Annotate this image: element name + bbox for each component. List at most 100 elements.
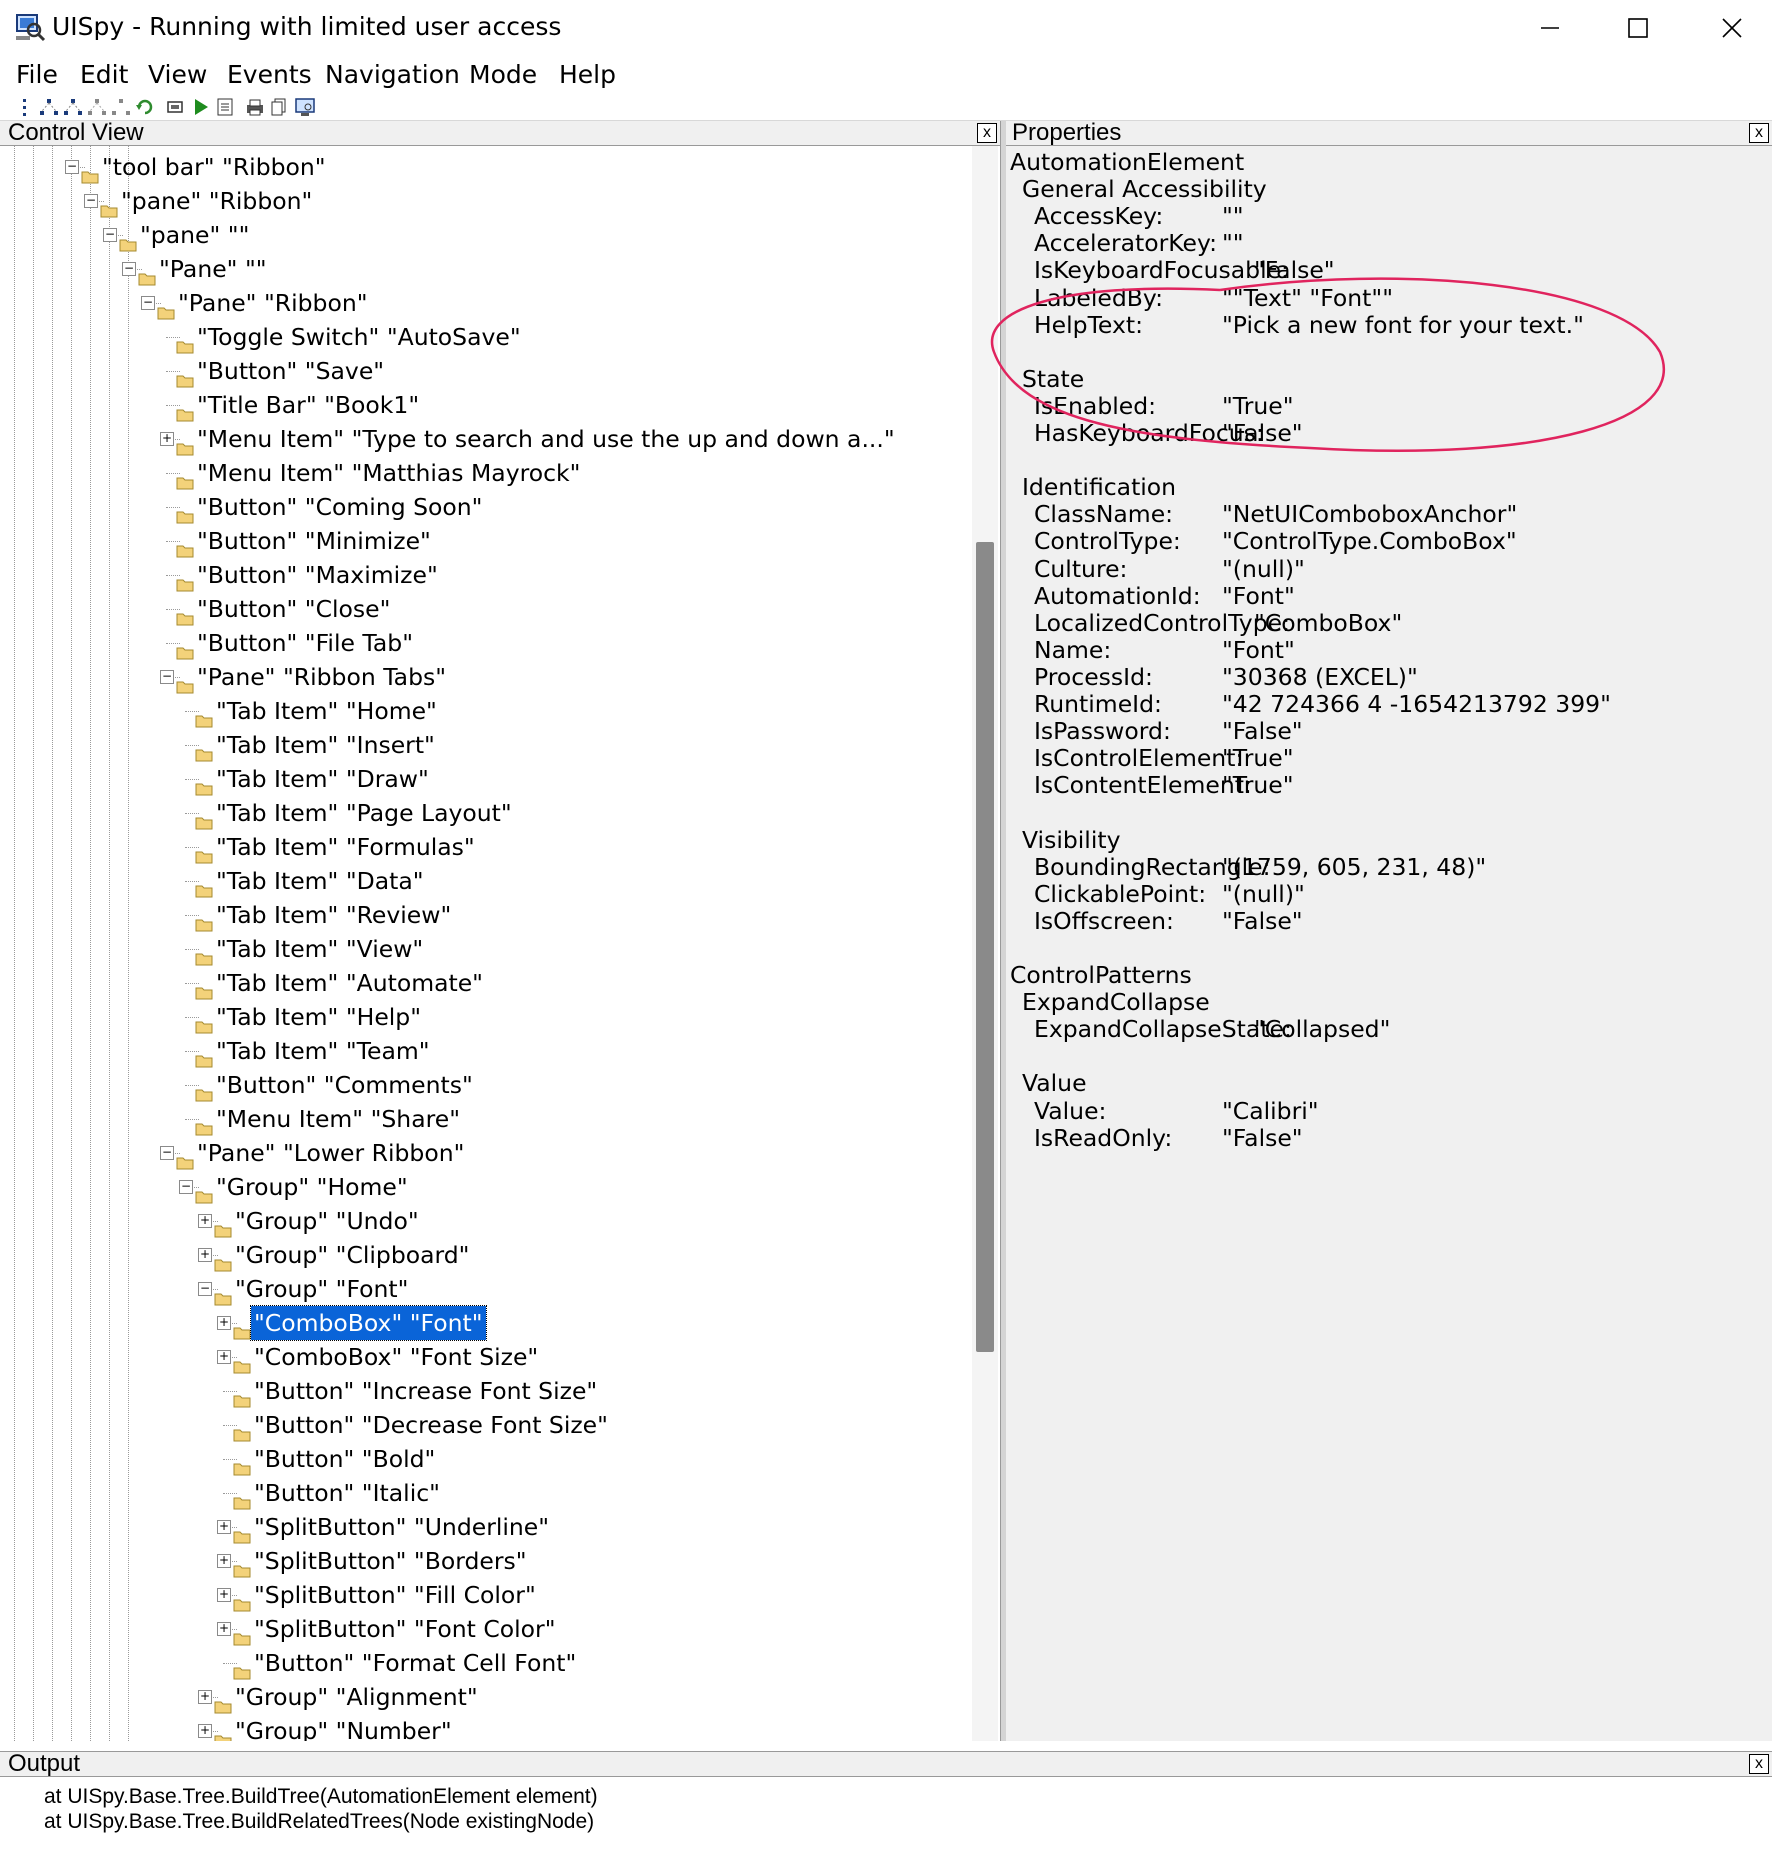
collapse-icon[interactable]: − [141, 296, 155, 310]
properties-close-button[interactable]: x [1749, 123, 1769, 143]
tree-node[interactable]: "Title Bar" "Book1" [160, 388, 960, 422]
tree-node[interactable]: "Tab Item" "Automate" [179, 966, 960, 1000]
tree-node[interactable]: "Tab Item" "Home" [179, 694, 960, 728]
tree-child-icon[interactable] [62, 96, 84, 118]
expand-icon[interactable]: + [198, 1214, 212, 1228]
tree-node[interactable]: "Menu Item" "Share" [179, 1102, 960, 1136]
highlight-icon[interactable] [164, 96, 186, 118]
collapse-icon[interactable]: − [160, 670, 174, 684]
tree-node[interactable]: − "Pane" "Ribbon Tabs" [160, 660, 960, 694]
expand-icon[interactable]: + [198, 1724, 212, 1738]
menu-mode[interactable]: Mode [469, 60, 537, 90]
tree-node[interactable]: "Button" "Coming Soon" [160, 490, 960, 524]
tree-node[interactable]: "Button" "Minimize" [160, 524, 960, 558]
copy-icon[interactable] [268, 96, 290, 118]
tree-node[interactable]: "Button" "Format Cell Font" [217, 1646, 960, 1680]
tree-node[interactable]: + "Menu Item" "Type to search and use the… [160, 422, 960, 456]
tree-node[interactable]: "Tab Item" "Formulas" [179, 830, 960, 864]
expand-icon[interactable]: + [217, 1554, 231, 1568]
tree-node[interactable]: "Tab Item" "Draw" [179, 762, 960, 796]
tree-node[interactable]: + "Group" "Number" [198, 1714, 960, 1741]
menu-file[interactable]: File [16, 60, 58, 90]
menu-events[interactable]: Events [227, 60, 312, 90]
tree-node[interactable]: "Button" "Maximize" [160, 558, 960, 592]
tree-node[interactable]: − "Pane" "Lower Ribbon" [160, 1136, 960, 1170]
tree-node[interactable]: "Button" "Increase Font Size" [217, 1374, 960, 1408]
expand-icon[interactable]: + [217, 1622, 231, 1636]
tree-node[interactable]: "Menu Item" "Matthias Mayrock" [160, 456, 960, 490]
tree-node[interactable]: − "Group" "Font" [198, 1272, 960, 1306]
maximize-button[interactable] [1610, 6, 1666, 50]
control-view-close-button[interactable]: x [977, 123, 997, 143]
tree-node[interactable]: "Tab Item" "Review" [179, 898, 960, 932]
scrollbar-thumb[interactable] [976, 542, 994, 1352]
tree-next-icon[interactable] [110, 96, 132, 118]
tree-node[interactable]: + "Group" "Alignment" [198, 1680, 960, 1714]
property-value[interactable]: "False" [1222, 905, 1303, 937]
collapse-icon[interactable]: − [122, 262, 136, 276]
tree-node[interactable]: − "pane" "Ribbon" [84, 184, 960, 218]
menu-help[interactable]: Help [559, 60, 616, 90]
tree-node[interactable]: "Tab Item" "Insert" [179, 728, 960, 762]
collapse-icon[interactable]: − [198, 1282, 212, 1296]
expand-icon[interactable]: + [198, 1690, 212, 1704]
expand-icon[interactable]: + [217, 1316, 231, 1330]
print-icon[interactable] [244, 96, 266, 118]
play-icon[interactable] [190, 96, 212, 118]
screenshot-icon[interactable] [294, 96, 316, 118]
tree-node[interactable]: + "SplitButton" "Borders" [217, 1544, 960, 1578]
tree-node[interactable]: "Toggle Switch" "AutoSave" [160, 320, 960, 354]
tree-node[interactable]: + "Group" "Clipboard" [198, 1238, 960, 1272]
refresh-icon[interactable] [134, 96, 156, 118]
tree-node[interactable]: − "pane" "" [103, 218, 960, 252]
tree-node[interactable]: + "ComboBox" "Font" [217, 1305, 960, 1341]
expand-icon[interactable]: + [217, 1350, 231, 1364]
tree-node[interactable]: + "SplitButton" "Fill Color" [217, 1578, 960, 1612]
property-value[interactable]: "True" [1222, 769, 1294, 801]
tree-node[interactable]: + "SplitButton" "Font Color" [217, 1612, 960, 1646]
properties-icon[interactable] [214, 96, 236, 118]
collapse-icon[interactable]: − [84, 194, 98, 208]
tree-node[interactable]: "Button" "Close" [160, 592, 960, 626]
tree-sibling-icon[interactable] [86, 96, 108, 118]
tree-node[interactable]: "Button" "Italic" [217, 1476, 960, 1510]
menu-view[interactable]: View [148, 60, 207, 90]
collapse-icon[interactable]: − [103, 228, 117, 242]
tree-node[interactable]: + "Group" "Undo" [198, 1204, 960, 1238]
close-button[interactable] [1704, 6, 1760, 50]
property-value[interactable]: "False" [1222, 1122, 1303, 1154]
tree-node[interactable]: "Tab Item" "Data" [179, 864, 960, 898]
menu-edit[interactable]: Edit [80, 60, 128, 90]
output-close-button[interactable]: x [1749, 1754, 1769, 1774]
expand-icon[interactable]: + [217, 1588, 231, 1602]
tree-node[interactable]: "Tab Item" "View" [179, 932, 960, 966]
tree-node[interactable]: "Button" "Bold" [217, 1442, 960, 1476]
tree-node[interactable]: "Button" "Comments" [179, 1068, 960, 1102]
collapse-icon[interactable]: − [179, 1180, 193, 1194]
tree-parent-icon[interactable] [38, 96, 60, 118]
tree-node[interactable]: "Button" "File Tab" [160, 626, 960, 660]
tree-node[interactable]: − "Group" "Home" [179, 1170, 960, 1204]
tree-node[interactable]: + "SplitButton" "Underline" [217, 1510, 960, 1544]
expand-icon[interactable]: + [198, 1248, 212, 1262]
tree-node[interactable]: "Tab Item" "Page Layout" [179, 796, 960, 830]
tree-node[interactable]: "Tab Item" "Help" [179, 1000, 960, 1034]
tree-node[interactable]: "Button" "Decrease Font Size" [217, 1408, 960, 1442]
property-value[interactable]: "Collapsed" [1254, 1013, 1390, 1045]
menu-navigation[interactable]: Navigation [325, 60, 460, 90]
minimize-button[interactable] [1522, 6, 1578, 50]
tree-node-label: "Group" "Clipboard" [235, 1241, 470, 1269]
collapse-icon[interactable]: − [65, 160, 79, 174]
expand-icon[interactable]: + [160, 432, 174, 446]
tree-node[interactable]: − "tool bar" "Ribbon" [65, 150, 960, 184]
tree-node[interactable]: "Button" "Save" [160, 354, 960, 388]
tree-node[interactable]: − "Pane" "Ribbon" [141, 286, 960, 320]
control-view-title: Control View [8, 119, 144, 146]
tree-node[interactable]: "Tab Item" "Team" [179, 1034, 960, 1068]
expand-icon[interactable]: + [217, 1520, 231, 1534]
collapse-icon[interactable]: − [160, 1146, 174, 1160]
tree-view-icon[interactable] [14, 96, 36, 118]
tree-node[interactable]: − "Pane" "" [122, 252, 960, 286]
tree-node[interactable]: + "ComboBox" "Font Size" [217, 1340, 960, 1374]
control-tree[interactable]: − "tool bar" "Ribbon" − "pane" "Ribbon" − "pa… [0, 146, 972, 1741]
